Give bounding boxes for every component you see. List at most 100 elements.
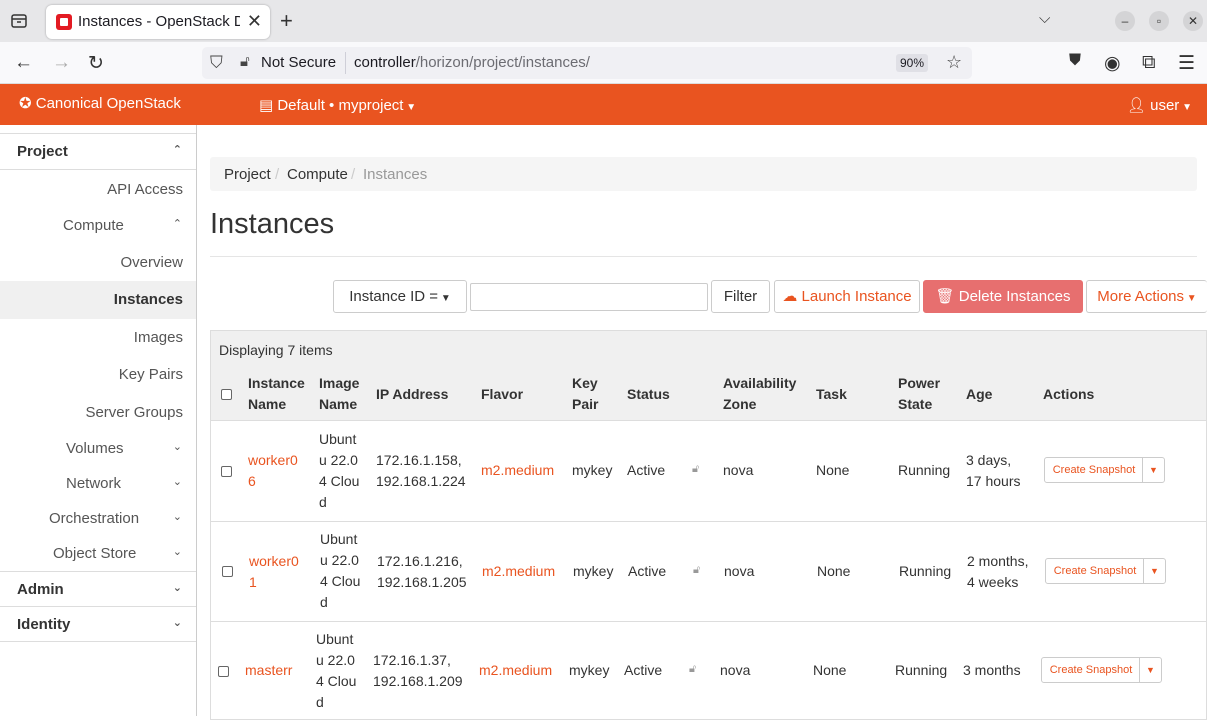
- sidebar-item-instances[interactable]: Instances: [0, 291, 196, 308]
- sidebar-item-key-pairs[interactable]: Key Pairs: [0, 366, 196, 383]
- select-all-checkbox[interactable]: [221, 389, 232, 400]
- window-close-icon[interactable]: ✕: [1183, 11, 1203, 31]
- breadcrumb-separator: /: [275, 166, 280, 183]
- col-ip-address[interactable]: IP Address: [376, 384, 448, 405]
- image-line: u 22.0: [316, 652, 355, 668]
- instance-name-link[interactable]: masterr: [245, 660, 292, 681]
- create-snapshot-button[interactable]: Create Snapshot: [1045, 458, 1143, 482]
- sidebar-item-object-store[interactable]: Object Store ⌄: [0, 545, 196, 562]
- filter-field-select[interactable]: Instance ID = ▼: [333, 280, 467, 313]
- row-actions: Create Snapshot ▼: [1045, 558, 1166, 584]
- col-flavor[interactable]: Flavor: [481, 384, 523, 405]
- col-image-name[interactable]: Image Name: [319, 373, 359, 415]
- row-actions: Create Snapshot ▼: [1041, 657, 1162, 683]
- actions-caret-down-icon[interactable]: ▼: [1143, 559, 1165, 583]
- delete-instances-button[interactable]: 🗑︎ Delete Instances: [923, 280, 1083, 313]
- unlocked-icon: 🔓︎: [693, 564, 701, 576]
- sidebar-item-compute[interactable]: Compute ⌃: [0, 217, 196, 234]
- sidebar-label: Key Pairs: [118, 366, 183, 383]
- ip-line: 192.168.1.209: [373, 673, 463, 689]
- url-text[interactable]: controller/horizon/project/instances/: [354, 54, 590, 71]
- age: 2 months, 4 weeks: [967, 551, 1028, 593]
- pocket-icon[interactable]: ⛊: [1069, 52, 1081, 70]
- breadcrumb-compute[interactable]: Compute: [287, 166, 348, 183]
- sidebar-section-identity[interactable]: Identity ⌄: [0, 616, 196, 633]
- create-snapshot-button[interactable]: Create Snapshot: [1042, 658, 1140, 682]
- sidebar-section-project[interactable]: Project ⌃: [0, 143, 196, 160]
- user-icon: 👤︎: [1126, 97, 1151, 114]
- breadcrumb: Project / Compute / Instances: [210, 157, 1197, 191]
- col-status[interactable]: Status: [627, 384, 670, 405]
- row-checkbox[interactable]: [218, 666, 229, 677]
- url-separator: [345, 52, 346, 74]
- restore-icon[interactable]: ▫: [1149, 11, 1169, 31]
- new-tab-icon[interactable]: +: [280, 8, 293, 34]
- tab-title: Instances - OpenStack Dashboard: [78, 13, 240, 30]
- launch-instance-button[interactable]: ☁︎ Launch Instance: [774, 280, 920, 313]
- browser-tab-active[interactable]: Instances - OpenStack Dashboard ✕: [46, 5, 270, 39]
- sidebar-label: Instances: [113, 291, 183, 308]
- flavor-link[interactable]: m2.medium: [481, 460, 554, 481]
- instance-name-link[interactable]: worker0 6: [248, 450, 298, 492]
- sidebar-item-orchestration[interactable]: Orchestration ⌄: [0, 510, 196, 527]
- instance-name-link[interactable]: worker0 1: [249, 551, 299, 593]
- forward-arrow-icon[interactable]: →: [52, 52, 71, 74]
- close-tab-icon[interactable]: ✕: [247, 11, 262, 32]
- account-icon[interactable]: ◉: [1104, 52, 1121, 75]
- image-line: d: [316, 694, 324, 710]
- filter-input[interactable]: [470, 283, 708, 311]
- sidebar-item-volumes[interactable]: Volumes ⌄: [0, 440, 196, 457]
- caret-down-icon: ▼: [1184, 293, 1197, 304]
- filter-button[interactable]: Filter: [711, 280, 770, 313]
- breadcrumb-separator: /: [351, 166, 356, 183]
- brand-logo[interactable]: ✪︎ Canonical OpenStack: [19, 94, 181, 112]
- availability-zone: nova: [723, 462, 754, 478]
- row-checkbox[interactable]: [222, 566, 233, 577]
- title-divider: [210, 256, 1197, 257]
- col-key-pair[interactable]: Key Pair: [572, 373, 598, 415]
- actions-caret-down-icon[interactable]: ▼: [1142, 458, 1164, 482]
- page-title: Instances: [210, 208, 335, 240]
- user-menu[interactable]: 👤︎ user ▼: [1127, 96, 1192, 114]
- actions-caret-down-icon[interactable]: ▼: [1139, 658, 1161, 682]
- sidebar-item-overview[interactable]: Overview: [0, 254, 196, 271]
- col-age[interactable]: Age: [966, 384, 992, 405]
- bookmark-star-icon[interactable]: ☆: [946, 52, 962, 73]
- instances-table: Displaying 7 items Instance Name Image Nam…: [210, 330, 1207, 720]
- sidebar-item-images[interactable]: Images: [0, 329, 196, 346]
- flavor-link[interactable]: m2.medium: [479, 660, 552, 681]
- flavor-link[interactable]: m2.medium: [482, 561, 555, 582]
- col-power-state[interactable]: Power State: [898, 373, 940, 415]
- minimize-icon[interactable]: –: [1115, 11, 1135, 31]
- back-arrow-icon[interactable]: ←: [14, 52, 33, 74]
- menu-hamburger-icon[interactable]: ☰: [1178, 52, 1195, 75]
- sidebar-label: Compute: [63, 217, 124, 234]
- sidebar-section-admin[interactable]: Admin ⌄: [0, 581, 196, 598]
- insecure-lock-icon[interactable]: 🔓︎: [240, 53, 250, 70]
- reload-icon[interactable]: ↻: [88, 52, 104, 75]
- tab-overflow-chevron-icon[interactable]: ⌵: [1039, 10, 1050, 27]
- tracking-shield-icon[interactable]: ⛉: [210, 53, 223, 73]
- sidebar-item-network[interactable]: Network ⌄: [0, 475, 196, 492]
- sidebar-item-api-access[interactable]: API Access: [0, 181, 196, 198]
- col-actions: Actions: [1043, 386, 1095, 402]
- more-actions-button[interactable]: More Actions ▼: [1086, 280, 1207, 313]
- row-checkbox[interactable]: [221, 466, 232, 477]
- sidebar-item-server-groups[interactable]: Server Groups: [0, 404, 196, 421]
- zoom-level[interactable]: 90%: [896, 54, 929, 72]
- project-selector[interactable]: ▤ Default • myproject ▼: [259, 96, 416, 114]
- col-availability-zone[interactable]: Availability Zone: [723, 373, 796, 415]
- create-snapshot-button[interactable]: Create Snapshot: [1046, 559, 1144, 583]
- ip-address: 172.16.1.37, 192.168.1.209: [373, 650, 463, 692]
- col-task[interactable]: Task: [816, 384, 847, 405]
- ip-line: 172.16.1.158,: [376, 452, 462, 468]
- filter-field-label: Instance ID =: [349, 288, 439, 305]
- breadcrumb-project[interactable]: Project: [224, 166, 271, 183]
- image-name: Ubunt u 22.0 4 Clou d: [320, 529, 360, 613]
- address-bar[interactable]: ⛉ 🔓︎ Not Secure controller/horizon/proje…: [202, 47, 972, 79]
- extensions-icon[interactable]: ⧉: [1142, 52, 1156, 74]
- col-instance-name[interactable]: Instance Name: [248, 373, 305, 415]
- sidebar-label: Project: [17, 143, 68, 160]
- sidebar-label: Object Store: [53, 545, 137, 562]
- tab-list-icon[interactable]: [9, 11, 29, 31]
